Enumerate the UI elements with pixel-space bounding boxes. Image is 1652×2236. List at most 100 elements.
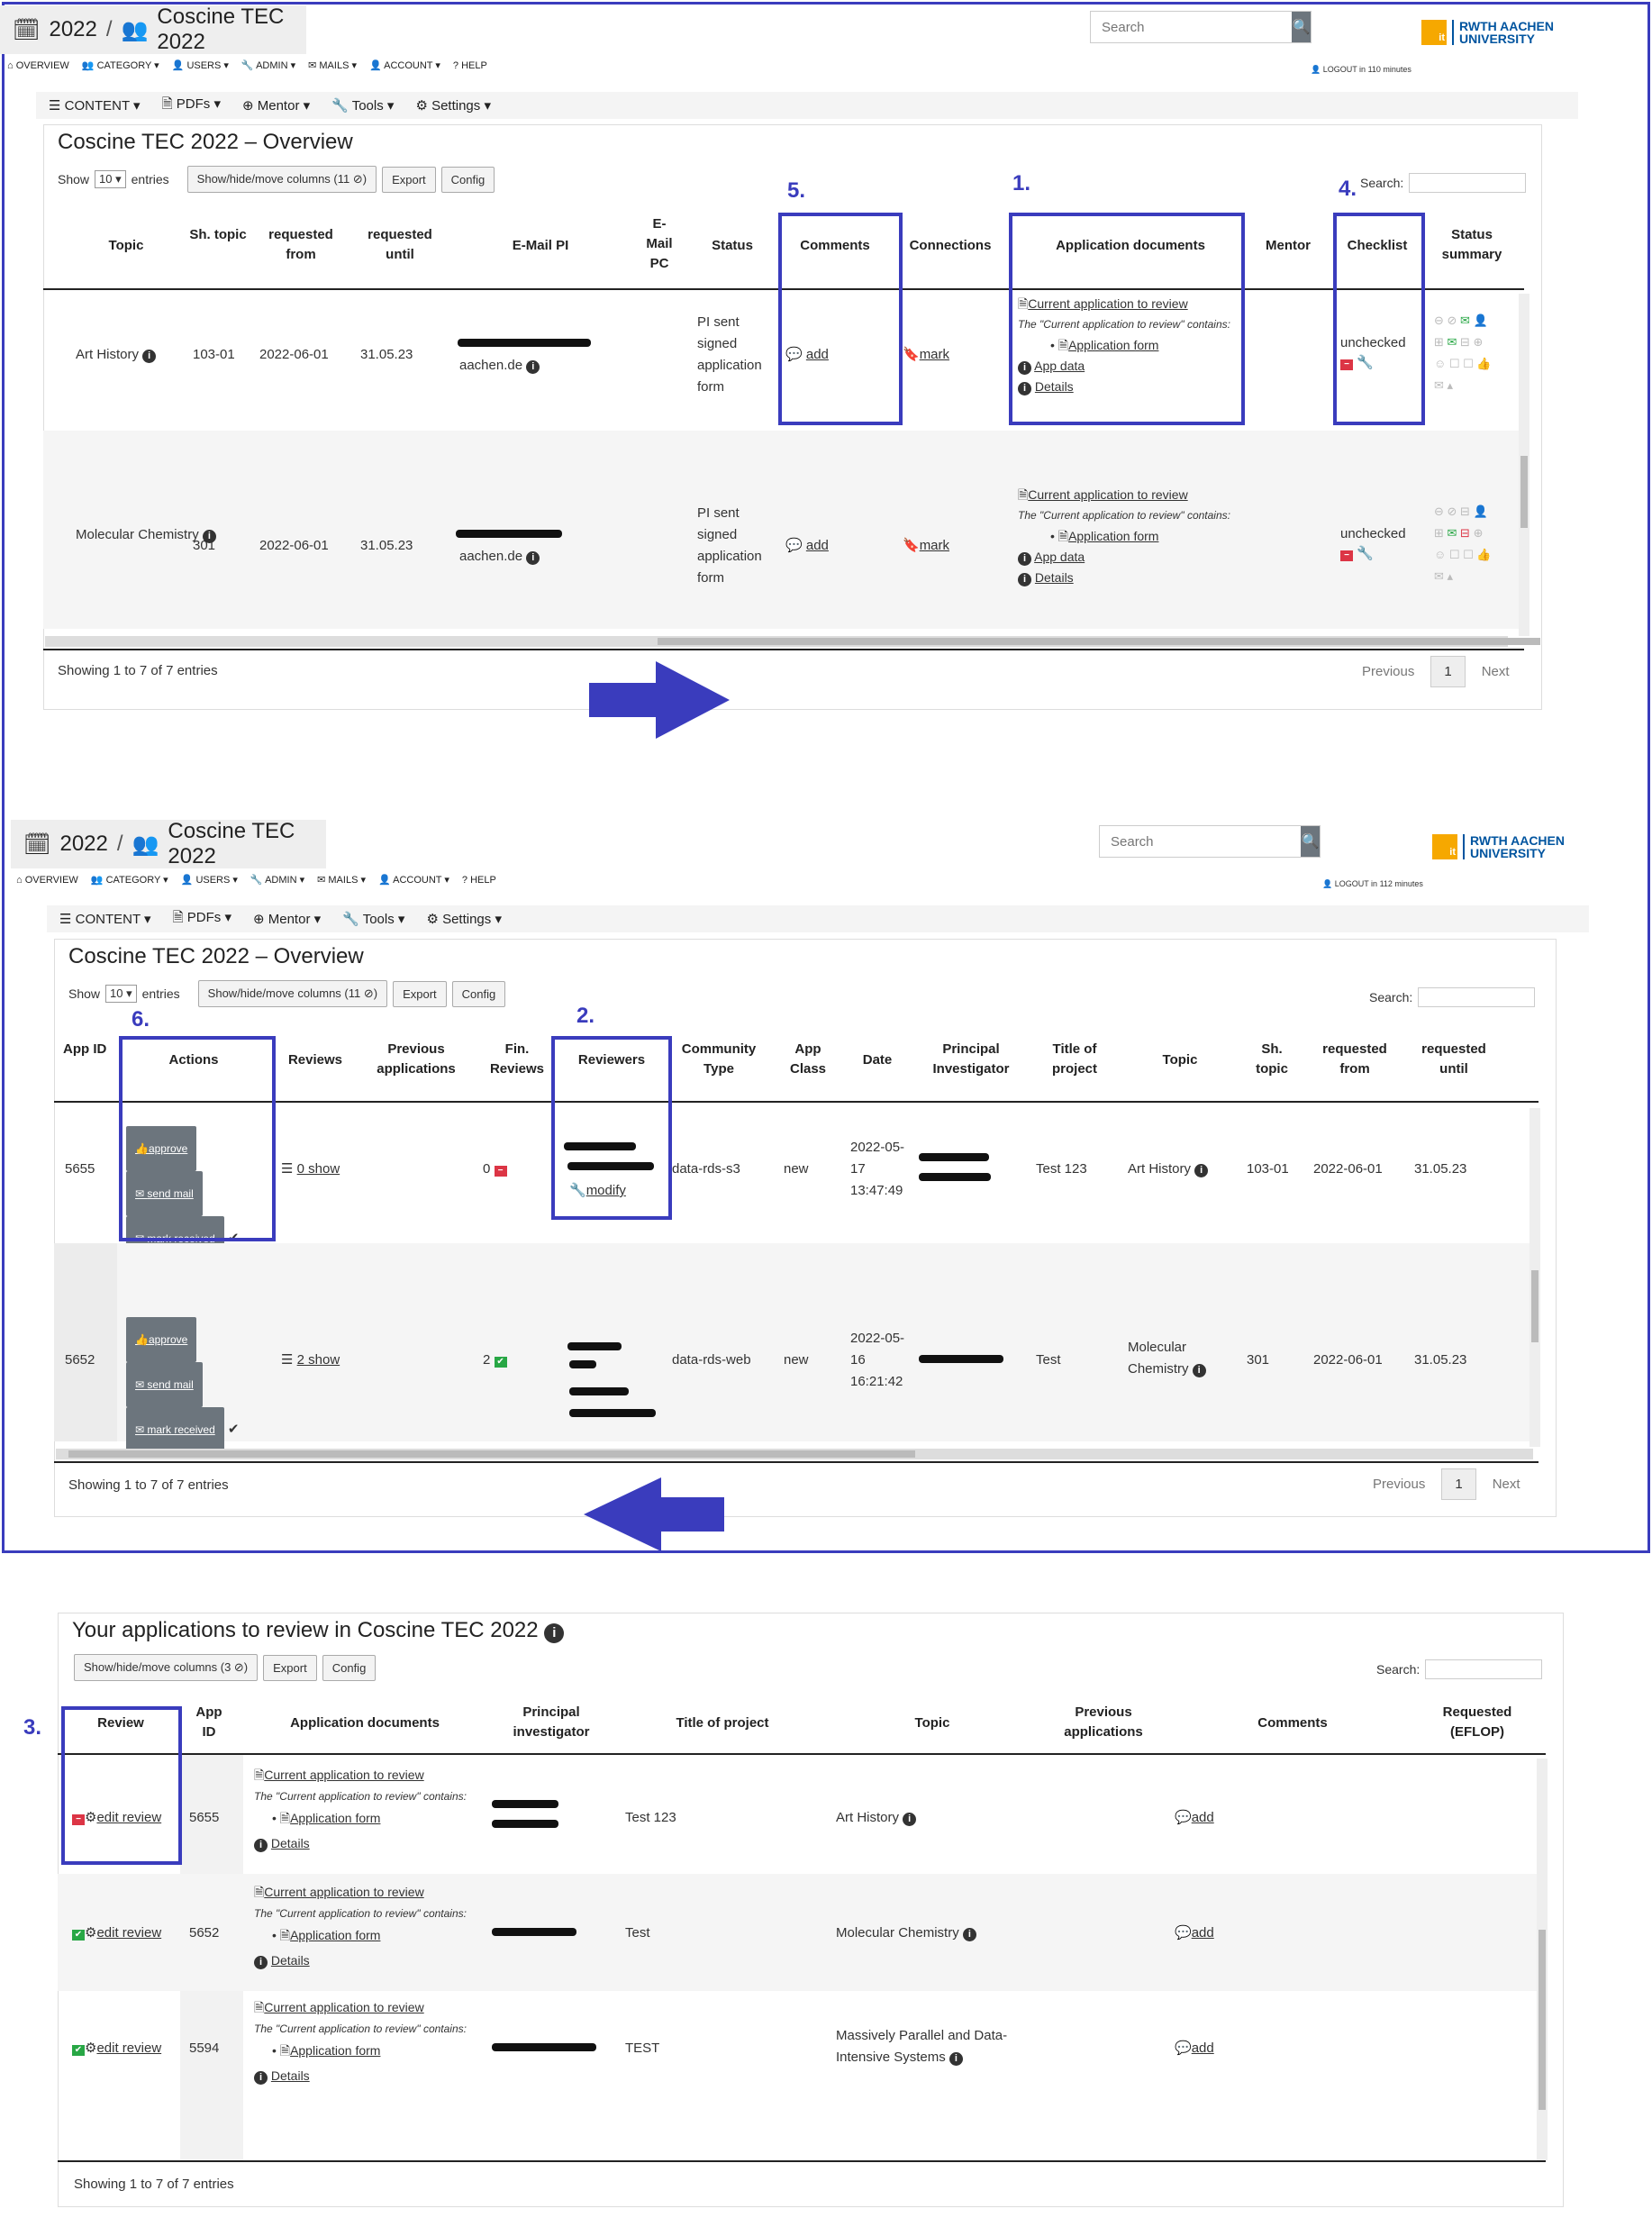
columns-button[interactable]: Show/hide/move columns (11 ⊘)	[186, 166, 377, 193]
vertical-scrollbar[interactable]	[1529, 1108, 1540, 1447]
row3-comment[interactable]: 💬add	[1175, 2038, 1214, 2059]
col-previous-applications[interactable]: Previous applications	[1045, 1703, 1162, 1742]
col-community-type[interactable]: Community Type	[672, 1040, 766, 1079]
entries-select[interactable]: 10 ▾	[95, 170, 126, 188]
menu-account[interactable]: 👤 ACCOUNT ▾	[378, 874, 449, 886]
info-icon[interactable]: i	[1192, 1364, 1206, 1377]
search-button[interactable]: 🔍	[1301, 826, 1320, 857]
menu-admin[interactable]: 🔧 ADMIN ▾	[241, 59, 295, 71]
next-button[interactable]: Next	[1493, 1477, 1520, 1492]
menu-account[interactable]: 👤 ACCOUNT ▾	[369, 59, 440, 71]
menu-category[interactable]: 👥 CATEGORY ▾	[91, 874, 168, 886]
breadcrumb-project[interactable]: Coscine TEC 2022	[168, 819, 313, 869]
col-title-of-project[interactable]: Title of project	[1036, 1040, 1113, 1079]
doc-current-link[interactable]: Current application to review	[264, 1768, 423, 1782]
vertical-scrollbar[interactable]	[1537, 1759, 1548, 2160]
col-email-pc[interactable]: E-Mail PC	[641, 214, 677, 274]
export-button[interactable]: Export	[382, 166, 436, 193]
col-principal-investigator[interactable]: Principal investigator	[490, 1703, 613, 1742]
info-icon[interactable]: i	[526, 551, 540, 565]
menu-mails[interactable]: ✉ MAILS ▾	[308, 59, 357, 71]
vertical-scrollbar[interactable]	[1519, 294, 1529, 636]
menu-users[interactable]: 👤 USERS ▾	[181, 874, 238, 886]
next-button[interactable]: Next	[1482, 664, 1510, 679]
mark-received-button[interactable]: ✉ mark received	[126, 1407, 224, 1452]
col-connections[interactable]: Connections	[903, 236, 998, 256]
info-icon[interactable]: i	[142, 350, 157, 363]
col-email-pi[interactable]: E-Mail PI	[486, 236, 595, 256]
row1-comment[interactable]: 💬add	[1175, 1807, 1214, 1829]
submenu-pdfs[interactable]: 🗎 PDFs ▾	[173, 908, 231, 931]
menu-admin[interactable]: 🔧 ADMIN ▾	[250, 874, 304, 886]
col-requested-eflop[interactable]: Requested (EFLOP)	[1423, 1703, 1531, 1742]
col-fin-reviews[interactable]: Fin. Reviews	[481, 1040, 553, 1079]
row1-connection[interactable]: 🔖mark	[903, 344, 949, 366]
col-sh-topic[interactable]: Sh. topic	[1245, 1040, 1299, 1079]
table-search-input[interactable]	[1425, 1659, 1543, 1679]
submenu-content[interactable]: ☰ CONTENT ▾	[49, 97, 141, 114]
columns-button[interactable]: Show/hide/move columns (3 ⊘)	[74, 1654, 259, 1681]
doc-current-link[interactable]: Current application to review	[264, 1885, 423, 1899]
page-1[interactable]: 1	[1441, 1468, 1476, 1500]
col-comments[interactable]: Comments	[1198, 1713, 1387, 1733]
col-requested-from[interactable]: requested from	[259, 225, 342, 265]
search-input[interactable]	[1100, 826, 1301, 857]
col-previous-applications[interactable]: Previous applications	[364, 1040, 468, 1079]
search-input[interactable]	[1091, 12, 1292, 42]
col-app-id[interactable]: App ID	[63, 1040, 108, 1059]
doc-current-link[interactable]: Current application to review	[1028, 487, 1187, 502]
info-icon[interactable]: i	[962, 1928, 976, 1941]
breadcrumb-year[interactable]: 2022	[49, 17, 96, 42]
horizontal-scrollbar[interactable]	[45, 636, 1540, 647]
col-topic[interactable]: Topic	[829, 1713, 1036, 1733]
submenu-tools[interactable]: 🔧 Tools ▾	[342, 911, 404, 927]
breadcrumb-year[interactable]: 2022	[59, 832, 107, 857]
details-link[interactable]: Details	[1035, 570, 1074, 585]
col-application-documents[interactable]: Application documents	[252, 1713, 477, 1733]
table-search-input[interactable]	[1418, 987, 1536, 1007]
info-icon[interactable]: i	[544, 1623, 565, 1643]
doc-form-link[interactable]: Application form	[290, 2043, 380, 2058]
horizontal-scrollbar[interactable]	[56, 1449, 1533, 1459]
row3-review[interactable]: ✔ ⚙edit review	[72, 2038, 161, 2059]
submenu-tools[interactable]: 🔧 Tools ▾	[331, 97, 394, 114]
menu-overview[interactable]: ⌂ OVERVIEW	[7, 60, 69, 71]
col-mentor[interactable]: Mentor	[1256, 236, 1321, 256]
breadcrumb-project[interactable]: Coscine TEC 2022	[157, 5, 294, 55]
entries-select[interactable]: 10 ▾	[105, 985, 137, 1003]
export-button[interactable]: Export	[393, 980, 447, 1007]
menu-help[interactable]: ? HELP	[453, 60, 487, 71]
page-1[interactable]: 1	[1430, 656, 1466, 687]
table-search-input[interactable]	[1409, 173, 1527, 193]
submenu-mentor[interactable]: ⊕ Mentor ▾	[242, 97, 310, 114]
col-requested-until[interactable]: requested until	[1411, 1040, 1497, 1079]
config-button[interactable]: Config	[451, 980, 506, 1007]
send-mail-button[interactable]: ✉ send mail	[126, 1362, 203, 1407]
search-button[interactable]: 🔍	[1292, 12, 1311, 42]
col-topic[interactable]: Topic	[81, 236, 171, 256]
row2-comment[interactable]: 💬add	[1175, 1922, 1214, 1944]
submenu-pdfs[interactable]: 🗎 PDFs ▾	[162, 95, 221, 117]
col-sh-topic[interactable]: Sh. topic	[189, 225, 247, 245]
menu-category[interactable]: 👥 CATEGORY ▾	[82, 59, 159, 71]
row2-reviews[interactable]: ☰ 2 show	[281, 1350, 340, 1371]
config-button[interactable]: Config	[440, 166, 495, 193]
export-button[interactable]: Export	[263, 1654, 317, 1681]
prev-button[interactable]: Previous	[1373, 1477, 1425, 1492]
col-app-id[interactable]: App ID	[189, 1703, 229, 1742]
doc-form-link[interactable]: Application form	[1068, 529, 1158, 543]
col-app-class[interactable]: App Class	[778, 1040, 838, 1079]
menu-mails[interactable]: ✉ MAILS ▾	[317, 874, 366, 886]
app-data-link[interactable]: App data	[1034, 550, 1085, 564]
col-topic[interactable]: Topic	[1126, 1050, 1234, 1070]
info-icon[interactable]: i	[526, 360, 540, 374]
logout-timer[interactable]: 👤 LOGOUT in 112 minutes	[1322, 879, 1423, 889]
info-icon[interactable]: i	[949, 2052, 963, 2066]
col-requested-from[interactable]: requested from	[1312, 1040, 1398, 1079]
col-requested-until[interactable]: requested until	[359, 225, 441, 265]
col-reviews[interactable]: Reviews	[281, 1050, 349, 1070]
info-icon[interactable]: i	[903, 1813, 917, 1826]
details-link[interactable]: Details	[271, 2068, 310, 2083]
submenu-settings[interactable]: ⚙ Settings ▾	[426, 911, 502, 927]
doc-current-link[interactable]: Current application to review	[264, 2000, 423, 2014]
